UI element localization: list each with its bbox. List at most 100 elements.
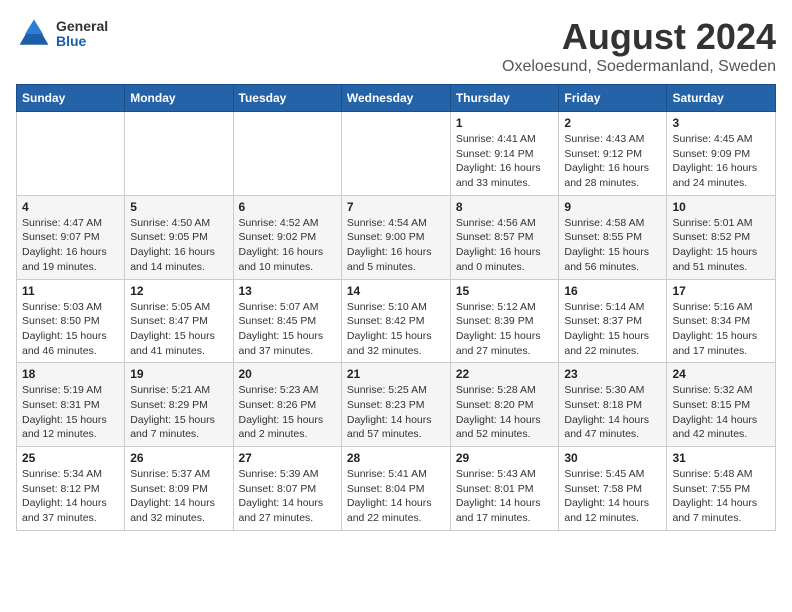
calendar-cell: 5 Sunrise: 4:50 AM Sunset: 9:05 PM Daylig… (125, 195, 233, 279)
day-number: 4 (22, 200, 119, 214)
calendar-cell: 13 Sunrise: 5:07 AM Sunset: 8:45 PM Dayli… (233, 279, 341, 363)
logo-icon (16, 16, 52, 52)
day-number: 21 (347, 367, 445, 381)
day-number: 26 (130, 451, 227, 465)
calendar-week-row: 18Sunrise: 5:19 AM Sunset: 8:31 PM Dayli… (17, 363, 776, 447)
day-number: 2 (564, 116, 661, 130)
day-number: 17 (672, 284, 770, 298)
day-info: Sunrise: 5:03 AM Sunset: 8:50 PM Dayligh… (22, 300, 119, 359)
day-number: 11 (22, 284, 119, 298)
day-info: Sunrise: 4:58 AM Sunset: 8:55 PM Dayligh… (564, 216, 661, 275)
day-info: Sunrise: 5:12 AM Sunset: 8:39 PM Dayligh… (456, 300, 554, 359)
title-block: August 2024 Oxeloesund, Soedermanland, S… (502, 16, 776, 76)
calendar-cell: 8Sunrise: 4:56 AM Sunset: 8:57 PM Daylig… (450, 195, 559, 279)
day-number: 9 (564, 200, 661, 214)
calendar-cell: 20Sunrise: 5:23 AM Sunset: 8:26 PM Dayli… (233, 363, 341, 447)
day-info: Sunrise: 5:16 AM Sunset: 8:34 PM Dayligh… (672, 300, 770, 359)
calendar-week-row: 25 Sunrise: 5:34 AM Sunset: 8:12 PM Dayli… (17, 447, 776, 531)
day-info: Sunrise: 5:34 AM Sunset: 8:12 PM Dayligh… (22, 467, 119, 526)
logo-blue: Blue (56, 34, 108, 49)
day-number: 25 (22, 451, 119, 465)
day-number: 30 (564, 451, 661, 465)
day-number: 12 (130, 284, 227, 298)
day-number: 7 (347, 200, 445, 214)
calendar-cell: 18Sunrise: 5:19 AM Sunset: 8:31 PM Dayli… (17, 363, 125, 447)
calendar-cell: 15 Sunrise: 5:12 AM Sunset: 8:39 PM Dayli… (450, 279, 559, 363)
day-info: Sunrise: 5:19 AM Sunset: 8:31 PM Dayligh… (22, 383, 119, 442)
col-header-tuesday: Tuesday (233, 85, 341, 112)
calendar-cell: 11 Sunrise: 5:03 AM Sunset: 8:50 PM Dayli… (17, 279, 125, 363)
day-info: Sunrise: 5:05 AM Sunset: 8:47 PM Dayligh… (130, 300, 227, 359)
calendar-header-row: SundayMondayTuesdayWednesdayThursdayFrid… (17, 85, 776, 112)
month-year-title: August 2024 (502, 16, 776, 58)
calendar-cell: 6 Sunrise: 4:52 AM Sunset: 9:02 PM Daylig… (233, 195, 341, 279)
day-number: 27 (239, 451, 336, 465)
day-number: 31 (672, 451, 770, 465)
day-info: Sunrise: 5:14 AM Sunset: 8:37 PM Dayligh… (564, 300, 661, 359)
calendar-cell: 16 Sunrise: 5:14 AM Sunset: 8:37 PM Dayli… (559, 279, 667, 363)
day-info: Sunrise: 5:39 AM Sunset: 8:07 PM Dayligh… (239, 467, 336, 526)
day-info: Sunrise: 5:30 AM Sunset: 8:18 PM Dayligh… (564, 383, 661, 442)
day-number: 14 (347, 284, 445, 298)
day-number: 13 (239, 284, 336, 298)
calendar-cell: 12 Sunrise: 5:05 AM Sunset: 8:47 PM Dayli… (125, 279, 233, 363)
calendar-cell: 3 Sunrise: 4:45 AM Sunset: 9:09 PM Daylig… (667, 112, 776, 196)
day-number: 6 (239, 200, 336, 214)
day-info: Sunrise: 5:37 AM Sunset: 8:09 PM Dayligh… (130, 467, 227, 526)
calendar-week-row: 1Sunrise: 4:41 AM Sunset: 9:14 PM Daylig… (17, 112, 776, 196)
calendar-cell: 14 Sunrise: 5:10 AM Sunset: 8:42 PM Dayli… (341, 279, 450, 363)
day-info: Sunrise: 5:43 AM Sunset: 8:01 PM Dayligh… (456, 467, 554, 526)
calendar-cell: 22Sunrise: 5:28 AM Sunset: 8:20 PM Dayli… (450, 363, 559, 447)
day-number: 24 (672, 367, 770, 381)
day-number: 22 (456, 367, 554, 381)
day-info: Sunrise: 5:32 AM Sunset: 8:15 PM Dayligh… (672, 383, 770, 442)
day-info: Sunrise: 4:43 AM Sunset: 9:12 PM Dayligh… (564, 132, 661, 191)
day-number: 8 (456, 200, 554, 214)
day-number: 1 (456, 116, 554, 130)
day-number: 5 (130, 200, 227, 214)
calendar-cell: 24 Sunrise: 5:32 AM Sunset: 8:15 PM Dayli… (667, 363, 776, 447)
calendar-cell (341, 112, 450, 196)
day-number: 3 (672, 116, 770, 130)
calendar-cell: 10Sunrise: 5:01 AM Sunset: 8:52 PM Dayli… (667, 195, 776, 279)
day-number: 16 (564, 284, 661, 298)
day-number: 19 (130, 367, 227, 381)
day-info: Sunrise: 4:45 AM Sunset: 9:09 PM Dayligh… (672, 132, 770, 191)
calendar-cell: 4Sunrise: 4:47 AM Sunset: 9:07 PM Daylig… (17, 195, 125, 279)
col-header-sunday: Sunday (17, 85, 125, 112)
day-info: Sunrise: 5:10 AM Sunset: 8:42 PM Dayligh… (347, 300, 445, 359)
calendar-cell: 26 Sunrise: 5:37 AM Sunset: 8:09 PM Dayli… (125, 447, 233, 531)
calendar-week-row: 4Sunrise: 4:47 AM Sunset: 9:07 PM Daylig… (17, 195, 776, 279)
day-info: Sunrise: 4:52 AM Sunset: 9:02 PM Dayligh… (239, 216, 336, 275)
calendar-cell: 1Sunrise: 4:41 AM Sunset: 9:14 PM Daylig… (450, 112, 559, 196)
calendar-cell: 29 Sunrise: 5:43 AM Sunset: 8:01 PM Dayli… (450, 447, 559, 531)
col-header-thursday: Thursday (450, 85, 559, 112)
day-number: 20 (239, 367, 336, 381)
col-header-monday: Monday (125, 85, 233, 112)
day-info: Sunrise: 5:25 AM Sunset: 8:23 PM Dayligh… (347, 383, 445, 442)
day-number: 10 (672, 200, 770, 214)
calendar-cell: 28 Sunrise: 5:41 AM Sunset: 8:04 PM Dayli… (341, 447, 450, 531)
day-number: 15 (456, 284, 554, 298)
logo: General Blue (16, 16, 108, 52)
day-info: Sunrise: 5:41 AM Sunset: 8:04 PM Dayligh… (347, 467, 445, 526)
day-number: 28 (347, 451, 445, 465)
calendar-cell (17, 112, 125, 196)
calendar-cell: 17 Sunrise: 5:16 AM Sunset: 8:34 PM Dayli… (667, 279, 776, 363)
day-info: Sunrise: 4:50 AM Sunset: 9:05 PM Dayligh… (130, 216, 227, 275)
calendar-cell: 23Sunrise: 5:30 AM Sunset: 8:18 PM Dayli… (559, 363, 667, 447)
calendar-cell: 31Sunrise: 5:48 AM Sunset: 7:55 PM Dayli… (667, 447, 776, 531)
calendar-cell: 2 Sunrise: 4:43 AM Sunset: 9:12 PM Daylig… (559, 112, 667, 196)
calendar-cell: 7Sunrise: 4:54 AM Sunset: 9:00 PM Daylig… (341, 195, 450, 279)
calendar-cell: 25 Sunrise: 5:34 AM Sunset: 8:12 PM Dayli… (17, 447, 125, 531)
day-info: Sunrise: 5:45 AM Sunset: 7:58 PM Dayligh… (564, 467, 661, 526)
calendar-cell: 30 Sunrise: 5:45 AM Sunset: 7:58 PM Dayli… (559, 447, 667, 531)
day-number: 29 (456, 451, 554, 465)
calendar-cell: 21 Sunrise: 5:25 AM Sunset: 8:23 PM Dayli… (341, 363, 450, 447)
calendar-table: SundayMondayTuesdayWednesdayThursdayFrid… (16, 84, 776, 531)
day-info: Sunrise: 5:07 AM Sunset: 8:45 PM Dayligh… (239, 300, 336, 359)
location-subtitle: Oxeloesund, Soedermanland, Sweden (502, 58, 776, 76)
calendar-cell (233, 112, 341, 196)
col-header-friday: Friday (559, 85, 667, 112)
page-header: General Blue August 2024 Oxeloesund, Soe… (16, 16, 776, 76)
